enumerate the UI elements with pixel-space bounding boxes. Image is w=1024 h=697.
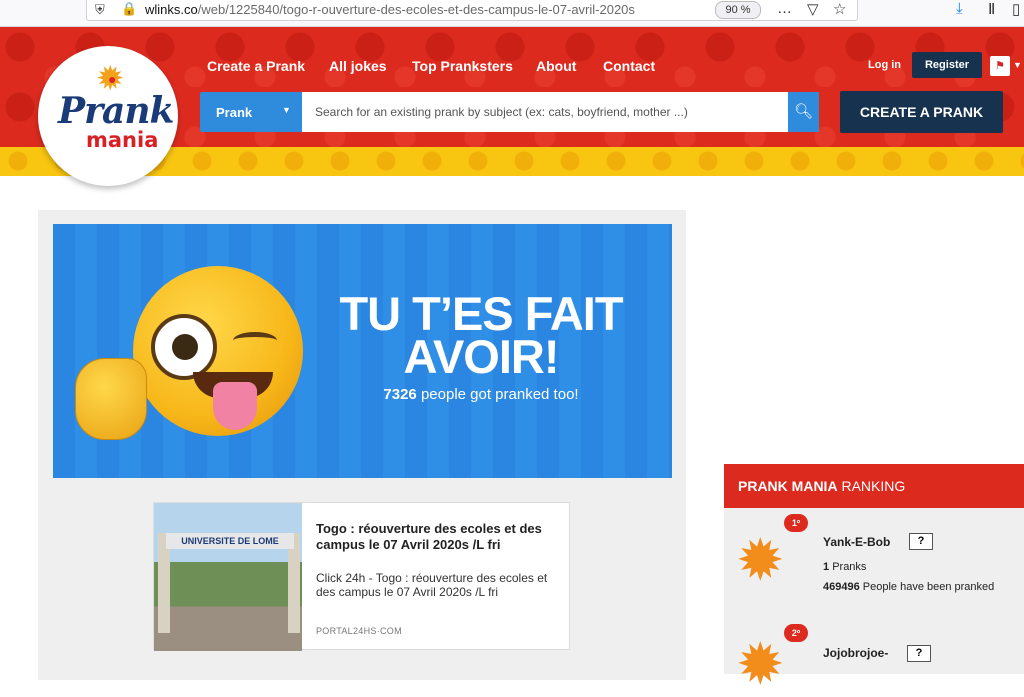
insecure-lock-icon[interactable]: 🔒	[121, 1, 137, 17]
search-bar: Prank ▼ 🔍︎	[200, 92, 819, 132]
pointing-hand-icon	[75, 358, 147, 440]
nav-top-pranksters[interactable]: Top Pranksters	[412, 58, 513, 74]
sun-badge-icon: ✹	[736, 632, 785, 697]
logo-dot-icon: ●	[108, 71, 117, 87]
rank-help-badge[interactable]: ?	[909, 533, 933, 550]
search-icon: 🔍︎	[793, 103, 814, 120]
banner-title: TU T’ES FAIT AVOIR!	[339, 287, 623, 383]
address-bar[interactable]: ⛨ 🔒 wlinks.co/web/1225840/togo-r-ouvertu…	[86, 0, 858, 21]
news-title[interactable]: Togo : réouverture des ecoles et des cam…	[316, 521, 561, 553]
search-category-select[interactable]: Prank ▼	[200, 92, 302, 132]
rank-medal: 2º	[784, 624, 808, 642]
browser-toolbar: ⛨ 🔒 wlinks.co/web/1225840/togo-r-ouvertu…	[0, 0, 1024, 27]
logo-text-prank: Prank	[58, 90, 174, 132]
rank-pranks: 1 Pranks	[823, 561, 867, 573]
rank-medal: 1º	[784, 514, 808, 532]
sun-badge-icon: ✹	[736, 528, 785, 593]
search-category-label: Prank	[216, 105, 253, 120]
nav-all-jokes[interactable]: All jokes	[329, 58, 387, 74]
pranked-label: people got pranked too!	[420, 386, 579, 403]
shield-icon[interactable]: ⛨	[95, 2, 105, 18]
search-button[interactable]: 🔍︎	[788, 92, 819, 132]
rank-people: 469496 People have been pranked	[823, 581, 995, 593]
nav-about[interactable]: About	[536, 58, 576, 74]
nav-contact[interactable]: Contact	[603, 58, 655, 74]
login-link[interactable]: Log in	[868, 59, 901, 71]
prank-banner: TU T’ES FAIT AVOIR! 7326 people got pran…	[53, 224, 672, 478]
create-prank-button[interactable]: CREATE A PRANK	[840, 91, 1003, 133]
news-source: PORTAL24HS·COM	[316, 626, 402, 636]
rank-name[interactable]: Jojobrojoe-	[823, 646, 888, 660]
pranked-count: 7326 people got pranked too!	[321, 386, 641, 403]
library-icon[interactable]: Ⅱ	[988, 0, 995, 18]
more-actions-icon[interactable]: …	[777, 0, 792, 17]
winking-emoji-icon	[133, 266, 303, 436]
search-input[interactable]	[302, 92, 788, 132]
news-image-sign: UNIVERSITE DE LOME	[166, 533, 294, 549]
ranking-title-bold: PRANK MANIA	[738, 478, 838, 494]
pranked-number: 7326	[383, 386, 417, 403]
ranking-header: PRANK MANIA RANKING	[724, 464, 1024, 508]
ranking-panel: PRANK MANIA RANKING ✹ 1º Yank-E-Bob ? 1 …	[724, 464, 1024, 694]
pocket-icon[interactable]: ▽	[807, 0, 819, 18]
download-icon[interactable]: ⤓	[956, 0, 963, 17]
rank-help-badge[interactable]: ?	[907, 645, 931, 662]
rank-name[interactable]: Yank-E-Bob	[823, 535, 890, 549]
news-card[interactable]: UNIVERSITE DE LOME Togo : réouverture de…	[153, 502, 570, 651]
news-description: Click 24h - Togo : réouverture des ecole…	[316, 571, 548, 599]
site-logo[interactable]: ✹ ● Prank mania	[38, 46, 178, 186]
nav-create-a-prank[interactable]: Create a Prank	[207, 58, 305, 74]
sidebar-icon[interactable]: ▯	[1012, 0, 1020, 18]
news-image: UNIVERSITE DE LOME	[154, 503, 302, 651]
zoom-level[interactable]: 90 %	[715, 1, 761, 19]
language-caret-icon[interactable]: ▼	[1013, 60, 1022, 70]
ranking-title-rest: RANKING	[841, 478, 906, 494]
chevron-down-icon: ▼	[282, 105, 291, 115]
logo-text-mania: mania	[86, 128, 159, 152]
bookmark-star-icon[interactable]: ☆	[833, 0, 846, 18]
language-flag-icon[interactable]: ⚑	[990, 56, 1010, 76]
url-text[interactable]: wlinks.co/web/1225840/togo-r-ouverture-d…	[145, 2, 761, 17]
register-button[interactable]: Register	[912, 52, 982, 78]
